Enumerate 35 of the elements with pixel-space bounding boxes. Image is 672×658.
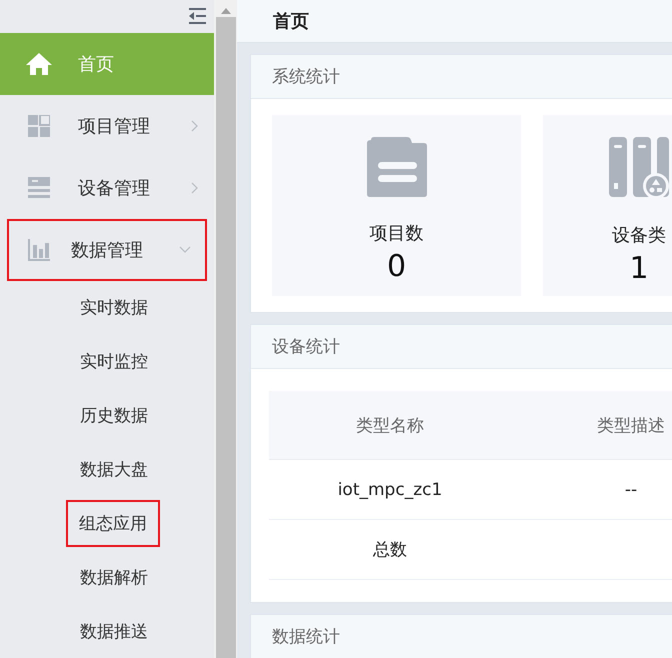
submenu-item[interactable]: 数据推送 <box>67 608 161 655</box>
stat-value: 1 <box>629 251 649 286</box>
table-cell: iot_mpc_zc1 <box>338 480 442 500</box>
stat-value: 0 <box>386 249 406 284</box>
stat-label: 项目数 <box>370 222 424 245</box>
collapse-menu-icon[interactable] <box>189 8 206 24</box>
column-header: 类型名称 <box>356 416 424 436</box>
grid-icon <box>28 114 50 137</box>
home-icon <box>25 52 53 76</box>
submenu-item[interactable]: 实时监控 <box>67 338 161 385</box>
server-icon <box>28 176 50 199</box>
card-title: 数据统计 <box>272 626 340 648</box>
bar-chart-icon <box>28 238 50 261</box>
column-header: 类型描述 <box>597 416 665 436</box>
folder-icon <box>366 137 426 197</box>
sidebar-item[interactable]: 设备管理 <box>0 156 214 219</box>
scrollbar[interactable] <box>214 0 237 658</box>
table-cell: -- <box>624 480 638 500</box>
card-title: 设备统计 <box>272 336 340 358</box>
chevron-right-icon <box>191 120 198 132</box>
chevron-right-icon <box>191 182 198 194</box>
submenu-item[interactable]: 历史数据 <box>67 392 161 439</box>
table-cell: 总数 <box>373 540 407 560</box>
card-title: 系统统计 <box>272 66 340 88</box>
submenu-item[interactable]: 数据解析 <box>67 554 161 601</box>
scroll-up-icon[interactable] <box>220 8 230 14</box>
chevron-down-icon <box>179 246 191 254</box>
page-title: 首页 <box>273 10 309 33</box>
submenu-item[interactable]: 数据大盘 <box>67 446 161 493</box>
submenu-item[interactable]: 组态应用 <box>66 500 160 547</box>
submenu-item[interactable]: 实时数据 <box>67 284 161 332</box>
stat-label: 设备类 <box>612 224 666 247</box>
sidebar-item[interactable]: 数据管理 <box>7 218 207 281</box>
binders-icon <box>609 137 669 199</box>
sidebar-item[interactable]: 项目管理 <box>0 94 214 157</box>
